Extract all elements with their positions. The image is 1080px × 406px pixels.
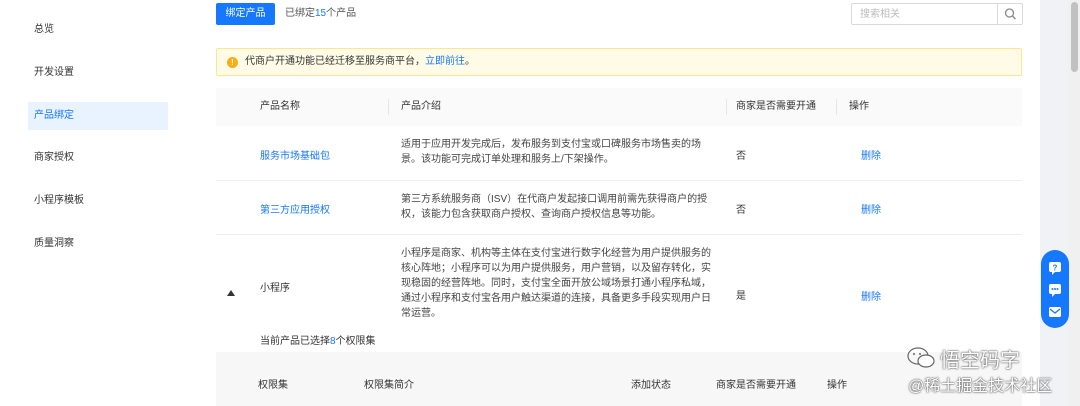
need-open-value: 否: [736, 151, 746, 162]
sidebar-item-product-binding[interactable]: 产品绑定: [28, 102, 168, 130]
search-input[interactable]: [852, 4, 998, 24]
sub-header-add-status: 添加状态: [631, 380, 671, 391]
search-button[interactable]: [997, 4, 1022, 24]
scrollbar-thumb[interactable]: [1071, 2, 1078, 72]
table-header: 产品名称 产品介绍 商家是否需要开通 操作: [216, 88, 1022, 126]
collapse-caret-icon[interactable]: [227, 290, 235, 296]
notice-link[interactable]: 立即前往: [425, 56, 465, 67]
table-row: 服务市场基础包 适用于应用开发完成后，发布服务到支付宝或口碑服务市场售卖的场景。…: [216, 126, 1022, 181]
sidebar-item-miniapp-template[interactable]: 小程序模板: [28, 187, 168, 215]
bound-prefix: 已绑定: [285, 8, 315, 19]
sidebar: 总览 开发设置 产品绑定 商家授权 小程序模板 质量洞察: [0, 0, 198, 406]
feedback-icon[interactable]: [1047, 304, 1063, 320]
header-product-name: 产品名称: [260, 101, 300, 112]
watermark: 悟空码字 @稀土掘金技术社区: [900, 344, 1070, 400]
sidebar-item-overview[interactable]: 总览: [28, 16, 168, 44]
header-divider: [836, 99, 837, 115]
migration-notice: ! 代商户开通功能已经迁移至服务商平台，立即前往。: [216, 48, 1022, 76]
wechat-icon: [907, 347, 935, 368]
header-product-desc: 产品介绍: [401, 101, 441, 112]
header-divider: [388, 99, 389, 115]
sub-header-permission: 权限集: [258, 380, 288, 391]
notice-end: 。: [465, 56, 475, 67]
need-open-value: 否: [736, 205, 746, 216]
header-action: 操作: [849, 101, 869, 112]
warning-icon: !: [227, 57, 238, 68]
delete-button[interactable]: 删除: [861, 201, 881, 216]
svg-text:?: ?: [1053, 264, 1058, 273]
watermark-title: 悟空码字: [940, 350, 1020, 372]
product-description: 小程序是商家、机构等主体在支付宝进行数字化经营为用户提供服务的核心阵地；小程序可…: [401, 248, 711, 319]
product-description: 第三方系统服务商（ISV）在代商户发起接口调用前需先获得商户的授权，该能力包含获…: [401, 194, 708, 220]
bound-suffix: 个产品: [326, 8, 357, 19]
sub-header-action: 操作: [827, 380, 847, 391]
bound-count-text: 已绑定15个产品: [285, 3, 356, 25]
product-name-link[interactable]: 第三方应用授权: [260, 201, 330, 216]
product-name-link[interactable]: 服务市场基础包: [260, 147, 330, 162]
bound-count: 15: [315, 8, 327, 19]
sidebar-item-quality-insight[interactable]: 质量洞察: [28, 230, 168, 258]
search-icon: [1004, 8, 1016, 20]
chat-icon[interactable]: [1047, 282, 1063, 298]
sub-header-need-open: 商家是否需要开通: [716, 380, 796, 391]
watermark-source: @稀土掘金技术社区: [908, 378, 1053, 395]
delete-button[interactable]: 删除: [861, 147, 881, 162]
product-name: 小程序: [260, 283, 290, 294]
search-box: [851, 3, 1023, 25]
bind-product-button[interactable]: 绑定产品: [216, 3, 275, 25]
table-row-expanded: 小程序 小程序是商家、机构等主体在支付宝进行数字化经营为用户提供服务的核心阵地；…: [216, 235, 1022, 352]
header-need-open: 商家是否需要开通: [736, 101, 816, 112]
help-icon[interactable]: ?: [1047, 260, 1063, 276]
sidebar-item-merchant-auth[interactable]: 商家授权: [28, 144, 168, 172]
table-row: 第三方应用授权 第三方系统服务商（ISV）在代商户发起接口调用前需先获得商户的授…: [216, 181, 1022, 235]
header-divider: [726, 99, 727, 115]
product-description: 适用于应用开发完成后，发布服务到支付宝或口碑服务市场售卖的场景。该功能可完成订单…: [401, 139, 701, 165]
sub-header-permission-intro: 权限集简介: [364, 380, 414, 391]
selected-permission-text: 当前产品已选择8个权限集: [260, 332, 376, 347]
selected-prefix: 当前产品已选择: [260, 336, 330, 347]
delete-button[interactable]: 删除: [861, 288, 881, 303]
notice-text: 代商户开通功能已经迁移至服务商平台，: [245, 56, 425, 67]
need-open-value: 是: [736, 291, 746, 302]
floating-toolbar: ?: [1041, 250, 1069, 328]
selected-suffix: 个权限集: [335, 336, 376, 347]
sidebar-item-dev-settings[interactable]: 开发设置: [28, 59, 168, 87]
